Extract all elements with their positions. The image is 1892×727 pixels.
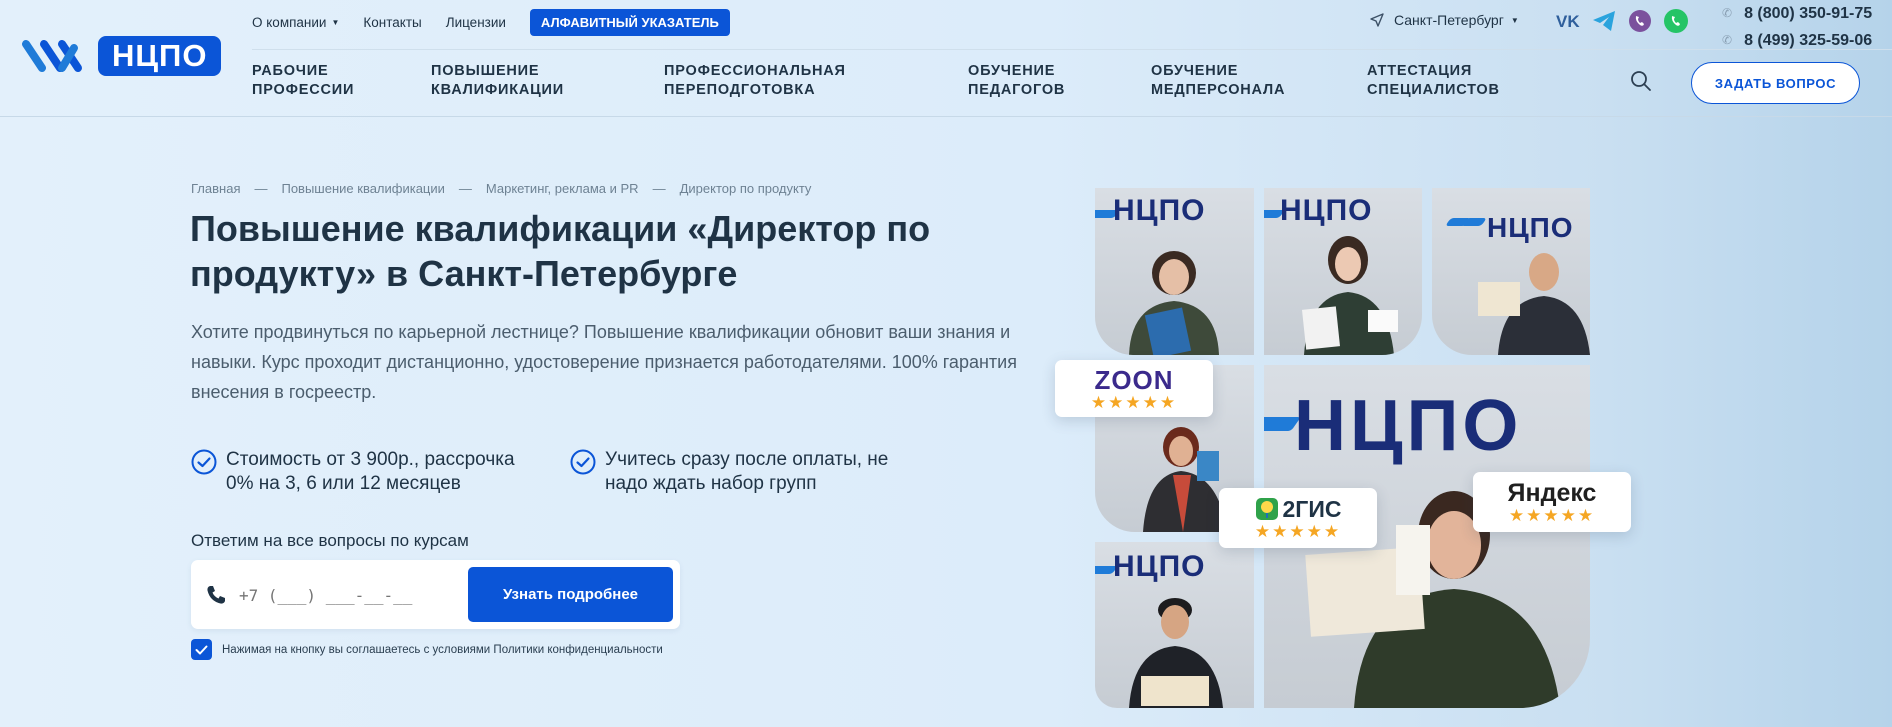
logo-watermark: НЦПО: [1113, 550, 1206, 583]
whatsapp-icon[interactable]: [1663, 8, 1689, 34]
logo-watermark: НЦПО: [1487, 212, 1574, 243]
2gis-mark-icon: [1255, 498, 1278, 520]
logo-watermark: НЦПО: [1113, 194, 1206, 227]
rating-stars: ★★★★★: [1090, 392, 1178, 412]
social-links: VK: [1555, 8, 1699, 34]
breadcrumb: Главная — Повышение квалификации — Марке…: [191, 181, 811, 196]
2gis-name: 2ГИС: [1282, 496, 1342, 522]
student-photo: НЦПО: [1264, 188, 1422, 355]
city-selector[interactable]: Санкт-Петербург ▼: [1370, 12, 1519, 28]
logo-text: НЦПО: [98, 36, 222, 76]
yandex-rating-badge[interactable]: Яндекс ★★★★★: [1473, 472, 1631, 532]
search-icon[interactable]: [1630, 70, 1652, 92]
privacy-consent: Нажимая на кнопку вы соглашаетесь с усло…: [191, 639, 663, 660]
main-nav-qualification[interactable]: ПОВЫШЕНИЕ КВАЛИФИКАЦИИ: [431, 62, 564, 100]
check-circle-icon: [570, 449, 596, 475]
svg-text:VK: VK: [1556, 12, 1580, 30]
zoon-rating-badge[interactable]: ZOON ★★★★★: [1055, 360, 1213, 417]
telegram-icon[interactable]: [1591, 8, 1617, 34]
phone-icon: ✆: [1722, 6, 1733, 20]
main-nav-certification[interactable]: АТТЕСТАЦИЯ СПЕЦИАЛИСТОВ: [1367, 62, 1500, 100]
top-nav-licenses[interactable]: Лицензии: [446, 15, 506, 30]
main-nav-medical[interactable]: ОБУЧЕНИЕ МЕДПЕРСОНАЛА: [1151, 62, 1285, 100]
phone-icon: [207, 586, 225, 604]
check-circle-icon: [191, 449, 217, 475]
caret-down-icon: ▼: [331, 17, 340, 27]
yandex-logo: Яндекс: [1507, 479, 1597, 507]
page-title: Повышение квалификации «Директор по прод…: [190, 208, 931, 294]
top-nav-contacts[interactable]: Контакты: [363, 15, 421, 30]
student-photo: НЦПО: [1095, 188, 1254, 355]
feature-price-text: Стоимость от 3 900р., рассрочка 0% на 3,…: [226, 449, 515, 494]
logo-watermark: НЦПО: [1294, 386, 1523, 466]
main-nav-working-professions[interactable]: РАБОЧИЕ ПРОФЕССИИ: [252, 62, 354, 100]
feature-price: Стоимость от 3 900р., рассрочка 0% на 3,…: [191, 448, 541, 496]
phone-number-1-text: 8 (800) 350-91-75: [1744, 5, 1873, 22]
person-illustration: [1129, 598, 1223, 708]
location-arrow-icon: [1370, 13, 1384, 27]
site-header: НЦПО О компании ▼ Контакты Лицензии АЛФА…: [0, 0, 1892, 117]
person-illustration: [1302, 236, 1398, 355]
course-description: Хотите продвинуться по карьерной лестниц…: [191, 322, 1017, 402]
logo-watermark: НЦПО: [1280, 194, 1373, 227]
breadcrumb-current: Директор по продукту: [679, 181, 812, 196]
feature-start-text: Учитесь сразу после оплаты, не надо ждат…: [605, 449, 889, 494]
consent-text: Нажимая на кнопку вы соглашаетесь с усло…: [222, 643, 663, 656]
breadcrumb-marketing[interactable]: Маркетинг, реклама и PR: [486, 181, 639, 196]
photo-collage: НЦПО НЦПО НЦПО НЦПО НЦПО ZOON ★★★★★ 2ГИС…: [1055, 188, 1631, 708]
phone-input[interactable]: [239, 578, 449, 612]
callback-form: Узнать подробнее: [191, 560, 680, 629]
learn-more-button[interactable]: Узнать подробнее: [468, 567, 673, 622]
logo-mark-icon: [22, 40, 82, 72]
form-heading: Ответим на все вопросы по курсам: [191, 531, 469, 550]
rating-stars: ★★★★★: [1508, 506, 1596, 525]
header-divider: [252, 49, 1892, 50]
person-illustration: [1478, 253, 1590, 355]
top-nav-about-label: О компании: [252, 14, 327, 30]
phone-number-1[interactable]: ✆ 8 (800) 350-91-75: [1722, 0, 1872, 27]
caret-down-icon: ▼: [1510, 15, 1519, 25]
checkmark-icon: [195, 645, 208, 654]
alphabet-index-button[interactable]: АЛФАВИТНЫЙ УКАЗАТЕЛЬ: [529, 8, 730, 36]
student-photo: НЦПО: [1432, 188, 1590, 355]
breadcrumb-separator: —: [254, 181, 268, 196]
rating-stars: ★★★★★: [1254, 522, 1342, 541]
2gis-logo: 2ГИС: [1255, 495, 1342, 523]
breadcrumb-separator: —: [652, 181, 666, 196]
person-illustration: [1129, 251, 1219, 355]
breadcrumb-home[interactable]: Главная: [191, 181, 240, 196]
phone-numbers: ✆ 8 (800) 350-91-75 ✆ 8 (499) 325-59-06: [1722, 0, 1872, 54]
top-nav: О компании ▼ Контакты Лицензии АЛФАВИТНЫ…: [252, 8, 730, 36]
ask-question-button[interactable]: ЗАДАТЬ ВОПРОС: [1691, 62, 1860, 104]
breadcrumb-qualification[interactable]: Повышение квалификации: [281, 181, 444, 196]
zoon-logo: ZOON: [1094, 364, 1174, 395]
vk-icon[interactable]: VK: [1555, 8, 1581, 34]
2gis-rating-badge[interactable]: 2ГИС ★★★★★: [1219, 488, 1377, 548]
logo[interactable]: НЦПО: [22, 34, 222, 78]
city-name: Санкт-Петербург: [1394, 12, 1504, 28]
main-nav-teachers[interactable]: ОБУЧЕНИЕ ПЕДАГОГОВ: [968, 62, 1065, 100]
main-nav-retraining[interactable]: ПРОФЕССИОНАЛЬНАЯ ПЕРЕПОДГОТОВКА: [664, 62, 846, 100]
student-photo: НЦПО: [1095, 542, 1254, 708]
consent-checkbox[interactable]: [191, 639, 212, 660]
feature-start: Учитесь сразу после оплаты, не надо ждат…: [570, 448, 930, 496]
breadcrumb-separator: —: [458, 181, 472, 196]
viber-icon[interactable]: [1627, 8, 1653, 34]
top-nav-about[interactable]: О компании ▼: [252, 15, 339, 30]
